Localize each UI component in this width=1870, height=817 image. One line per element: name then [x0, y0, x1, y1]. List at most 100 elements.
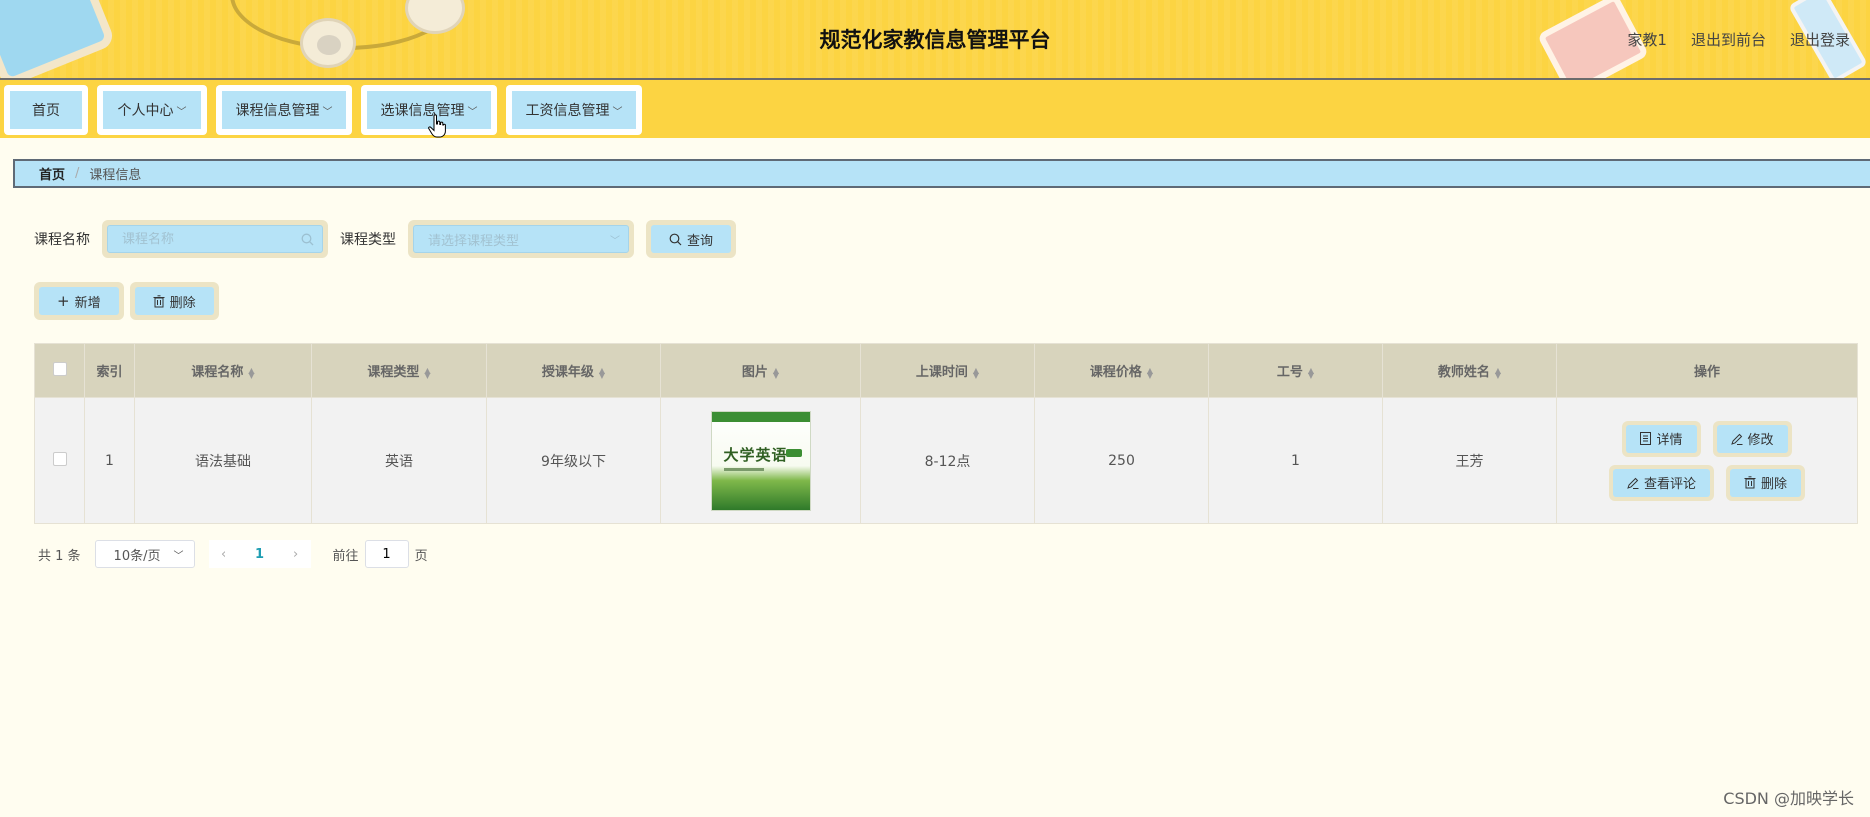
select-all-checkbox[interactable] [52, 361, 67, 376]
nav-item-home[interactable]: 首页 [4, 85, 88, 135]
cell-course-type: 英语 [311, 397, 487, 524]
nav-item-label: 工资信息管理 [525, 103, 610, 119]
comments-button-wrap: 查看评论 [1608, 464, 1714, 501]
row-delete-button-wrap: 删除 [1726, 464, 1806, 501]
column-header-index: 索引 [84, 343, 135, 398]
course-cover-image[interactable]: 大学英语 [710, 410, 811, 511]
column-header-label: 授课年级 [541, 365, 594, 380]
breadcrumb-separator: / [75, 166, 80, 181]
page-suffix: 页 [414, 548, 428, 564]
cell-grade: 9年级以下 [486, 397, 661, 524]
column-header-label: 课程类型 [367, 365, 420, 380]
logout-link[interactable]: 退出登录 [1790, 29, 1850, 50]
column-header-teacher[interactable]: 教师姓名 ▲ ▼ [1382, 343, 1557, 398]
course-type-wrap: 请选择课程类型 ﹀ [408, 220, 634, 258]
row-select-cell [34, 397, 85, 524]
row-delete-button-label: 删除 [1761, 477, 1788, 492]
query-button-label: 查询 [687, 233, 714, 249]
row-actions-line: 详情 修改 [1622, 420, 1792, 457]
column-header-time[interactable]: 上课时间 ▲ ▼ [860, 343, 1035, 398]
nav-item-salary-info[interactable]: 工资信息管理 ﹀ [506, 85, 642, 135]
course-name-input[interactable] [122, 231, 292, 247]
next-page-button[interactable]: › [280, 540, 311, 568]
detail-button[interactable]: 详情 [1626, 424, 1697, 453]
cover-tag [785, 448, 802, 457]
cell-teacher: 王芳 [1382, 397, 1557, 524]
sort-icon[interactable]: ▲ ▼ [599, 366, 605, 379]
row-checkbox[interactable] [52, 451, 67, 466]
edit-button[interactable]: 修改 [1716, 424, 1788, 453]
search-bar: 课程名称 课程类型 请选择课程类型 ﹀ 查询 [34, 220, 737, 258]
search-icon [669, 233, 682, 245]
sort-icon[interactable]: ▲ ▼ [1495, 366, 1501, 379]
sort-icon[interactable]: ▲ ▼ [1147, 366, 1153, 379]
edit-pencil-icon [1730, 433, 1742, 445]
chevron-down-icon: ﹀ [612, 106, 623, 118]
prev-page-button[interactable]: ‹ [208, 540, 239, 568]
column-header-ops: 操作 [1556, 343, 1858, 398]
nav-item-label: 首页 [32, 103, 60, 119]
page-size-select[interactable]: 10条/页 ﹀ [94, 540, 195, 568]
chevron-down-icon: ﹀ [173, 550, 184, 562]
action-bar: + 新增 删除 [34, 282, 219, 320]
column-header-staff-no[interactable]: 工号 ▲ ▼ [1208, 343, 1383, 398]
detail-button-wrap: 详情 [1622, 420, 1701, 457]
select-all-cell [34, 343, 85, 398]
breadcrumb-current: 课程信息 [89, 168, 142, 183]
nav-item-label: 个人中心 [117, 103, 174, 119]
sort-icon[interactable]: ▲ ▼ [424, 366, 430, 379]
back-to-front-link[interactable]: 退出到前台 [1691, 29, 1766, 50]
breadcrumb-home[interactable]: 首页 [39, 164, 65, 183]
page-size-value: 10条/页 [113, 548, 161, 564]
query-button-wrap: 查询 [646, 220, 737, 258]
document-icon [1640, 432, 1652, 445]
page-number-current[interactable]: 1 [238, 540, 281, 568]
cell-image: 大学英语 [660, 397, 861, 524]
view-comments-button[interactable]: 查看评论 [1612, 468, 1710, 497]
breadcrumb: 首页 / 课程信息 [13, 159, 1870, 188]
column-header-course-type[interactable]: 课程类型 ▲ ▼ [311, 343, 487, 398]
query-button[interactable]: 查询 [651, 225, 732, 253]
cell-price: 250 [1034, 397, 1209, 524]
row-actions: 详情 修改 查看评论 删除 [1557, 420, 1857, 501]
add-button[interactable]: + 新增 [39, 287, 119, 315]
goto-page-input[interactable] [364, 540, 409, 568]
chevron-down-icon: ﹀ [467, 106, 478, 118]
edit-button-label: 修改 [1747, 433, 1774, 448]
column-header-price[interactable]: 课程价格 ▲ ▼ [1034, 343, 1209, 398]
cover-subtitle-line [723, 467, 764, 471]
cell-index: 1 [84, 397, 135, 524]
comments-button-label: 查看评论 [1643, 477, 1696, 492]
cell-time: 8-12点 [860, 397, 1035, 524]
edit-pencil-icon [1627, 477, 1639, 489]
goto-label: 前往 [332, 548, 359, 564]
course-type-label: 课程类型 [340, 232, 396, 248]
course-name-label: 课程名称 [34, 232, 90, 248]
column-header-course-name[interactable]: 课程名称 ▲ ▼ [134, 343, 312, 398]
user-links: 家教1 退出到前台 退出登录 [1627, 29, 1850, 50]
cell-course-name: 语法基础 [134, 397, 312, 524]
course-type-select[interactable]: 请选择课程类型 ﹀ [413, 225, 629, 253]
course-name-field [107, 225, 323, 253]
plus-icon: + [57, 292, 70, 310]
current-user: 家教1 [1627, 31, 1667, 49]
row-actions-line: 查看评论 删除 [1608, 464, 1806, 501]
course-name-wrap [102, 220, 328, 258]
course-type-placeholder: 请选择课程类型 [428, 233, 520, 249]
row-delete-button[interactable]: 删除 [1730, 468, 1802, 497]
cell-ops: 详情 修改 查看评论 删除 [1556, 397, 1858, 524]
nav-item-personal-center[interactable]: 个人中心 ﹀ [97, 85, 207, 135]
column-header-label: 上课时间 [915, 365, 968, 380]
sort-icon[interactable]: ▲ ▼ [1308, 366, 1314, 379]
hand-cursor-icon [428, 114, 446, 138]
pagination-total: 共 1 条 [38, 548, 81, 564]
sort-icon[interactable]: ▲ ▼ [973, 366, 979, 379]
column-header-grade[interactable]: 授课年级 ▲ ▼ [486, 343, 661, 398]
pagination: 共 1 条 10条/页 ﹀ ‹ 1 › 前往 页 [38, 540, 428, 568]
header: 规范化家教信息管理平台 家教1 退出到前台 退出登录 [0, 0, 1870, 80]
nav-item-label: 选课信息管理 [380, 103, 465, 119]
nav-item-course-info[interactable]: 课程信息管理 ﹀ [216, 85, 352, 135]
sort-icon[interactable]: ▲ ▼ [773, 366, 779, 379]
bulk-delete-button[interactable]: 删除 [134, 287, 214, 315]
sort-icon[interactable]: ▲ ▼ [248, 366, 254, 379]
